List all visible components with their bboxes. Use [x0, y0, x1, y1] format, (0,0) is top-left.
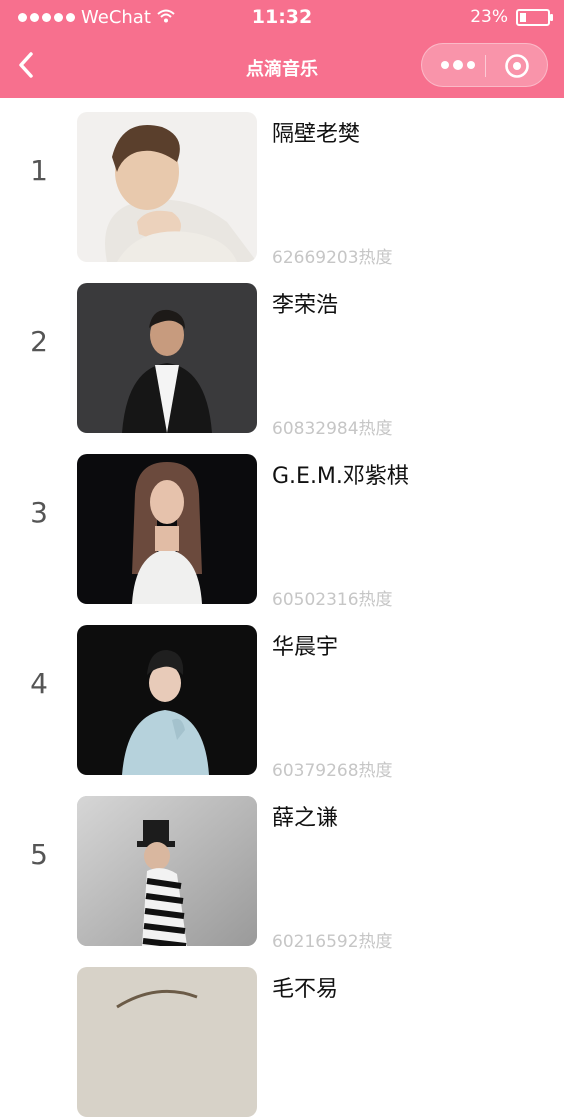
- heat-count: 60502316热度: [272, 590, 393, 610]
- singer-photo: [77, 625, 257, 775]
- close-button[interactable]: [504, 53, 530, 79]
- singer-name: 李荣浩: [272, 293, 339, 318]
- singer-photo: [77, 454, 257, 604]
- heat-count: 62669203热度: [272, 248, 393, 268]
- rank-number: 4: [30, 667, 48, 700]
- singer-name: G.E.M.邓紫棋: [272, 464, 409, 489]
- singer-photo: [77, 112, 257, 262]
- singer-row[interactable]: 5 薛之谦 60216592热度: [0, 782, 564, 952]
- status-bar: WeChat 11:32 23%: [0, 0, 564, 36]
- top-bar: WeChat 11:32 23% 点滴音乐: [0, 0, 564, 98]
- battery-icon: [516, 8, 553, 26]
- singer-row[interactable]: 6 毛不易: [0, 953, 564, 1117]
- rank-number: 2: [30, 325, 48, 358]
- singer-row[interactable]: 3 G.E.M.邓紫棋 60502316热度: [0, 440, 564, 610]
- heat-count: 60216592热度: [272, 932, 393, 952]
- singer-name: 薛之谦: [272, 806, 339, 831]
- heat-count: 60832984热度: [272, 419, 393, 439]
- navigation-bar: 点滴音乐: [0, 36, 564, 98]
- target-circle-icon: [505, 54, 529, 78]
- singer-row[interactable]: 4 华晨宇 60379268热度: [0, 611, 564, 781]
- singer-row[interactable]: 2 李荣浩 60832984热度: [0, 269, 564, 439]
- singer-row[interactable]: 1 隔壁老樊 62669203热度: [0, 98, 564, 268]
- rank-number: 1: [30, 154, 48, 187]
- more-dot-icon: [441, 61, 449, 69]
- singer-photo: [77, 967, 257, 1117]
- capsule-divider: [485, 55, 486, 77]
- more-dot-icon: [453, 60, 463, 70]
- singer-name: 华晨宇: [272, 635, 339, 660]
- mini-program-capsule: [421, 43, 548, 87]
- more-button[interactable]: [440, 56, 476, 74]
- heat-count: 60379268热度: [272, 761, 393, 781]
- rank-number: 5: [30, 838, 48, 871]
- singer-photo: [77, 796, 257, 946]
- more-dot-icon: [467, 61, 475, 69]
- singer-name: 隔壁老樊: [272, 122, 361, 147]
- battery-fill: [520, 12, 526, 22]
- singer-name: 毛不易: [272, 977, 339, 1002]
- battery-group: 23%: [470, 7, 553, 27]
- battery-percent: 23%: [470, 7, 508, 27]
- rank-number: 3: [30, 496, 48, 529]
- singer-photo: [77, 283, 257, 433]
